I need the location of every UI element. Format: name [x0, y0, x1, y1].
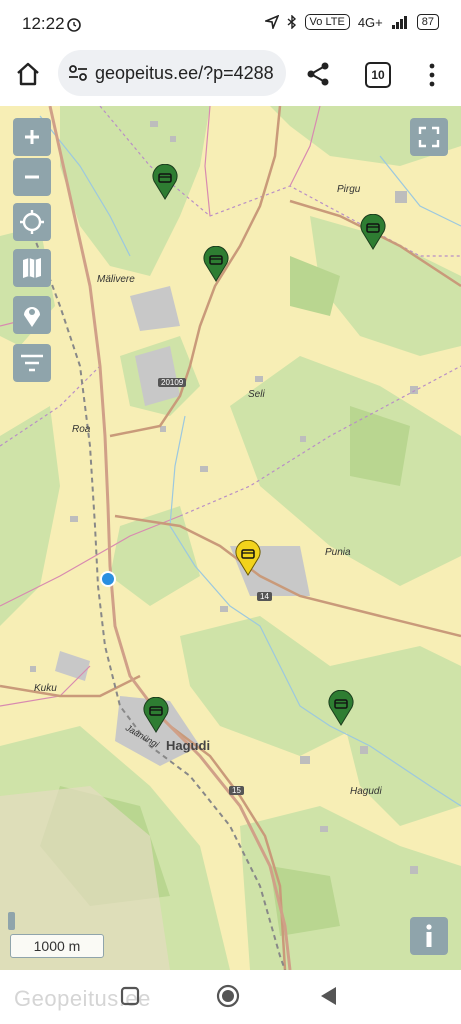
- place-label: Mälivere: [97, 274, 135, 285]
- road-number: 15: [229, 786, 244, 795]
- map-tiles: [0, 106, 461, 970]
- map-pin-icon: [24, 307, 40, 327]
- alarm-icon: [67, 18, 81, 32]
- fullscreen-button[interactable]: [410, 118, 448, 156]
- recents-icon[interactable]: [120, 986, 140, 1006]
- treasure-chest-icon: [143, 696, 169, 733]
- my-caches-button[interactable]: [13, 296, 51, 334]
- status-bar: 12:22 Vo LTE 4G+ 87: [0, 0, 461, 50]
- bluetooth-icon: [287, 15, 296, 29]
- share-icon[interactable]: [304, 60, 332, 88]
- place-label: Kuku: [34, 683, 57, 694]
- locate-button[interactable]: [13, 203, 51, 241]
- zoom-in-button[interactable]: [13, 118, 51, 156]
- site-settings-icon[interactable]: [67, 62, 89, 84]
- cache-marker[interactable]: [203, 245, 229, 282]
- cache-marker[interactable]: [328, 689, 354, 726]
- info-icon: [426, 924, 432, 947]
- browser-toolbar: geopeitus.ee/?p=4288 10: [0, 50, 461, 106]
- network-type: 4G+: [357, 14, 383, 30]
- home-icon[interactable]: [14, 60, 42, 88]
- cache-marker[interactable]: [143, 696, 169, 733]
- location-arrow-icon: [264, 15, 279, 29]
- plus-icon: [25, 130, 39, 144]
- filter-icon: [21, 354, 43, 372]
- place-label: Hagudi: [350, 786, 382, 797]
- place-label: Pirgu: [337, 184, 361, 195]
- cache-marker[interactable]: [152, 163, 178, 200]
- layers-button[interactable]: [13, 249, 51, 287]
- url-text: geopeitus.ee/?p=4288: [95, 62, 274, 83]
- crosshair-icon: [20, 210, 44, 234]
- place-label: Seli: [248, 389, 265, 400]
- treasure-chest-icon: [203, 245, 229, 282]
- cache-marker[interactable]: [360, 213, 386, 250]
- info-button[interactable]: [410, 917, 448, 955]
- map-icon: [23, 258, 41, 278]
- treasure-chest-icon: [152, 163, 178, 200]
- map-view[interactable]: Pirgu Mälivere Seli Roa Punia Kuku Hagud…: [0, 106, 461, 970]
- attribution-toggle[interactable]: [8, 912, 15, 930]
- overflow-menu-icon[interactable]: [428, 62, 436, 88]
- system-nav-bar: Geopeitus.ee: [0, 970, 461, 1024]
- battery-icon: 87: [416, 14, 439, 30]
- scale-bar: 1000 m: [10, 934, 104, 958]
- road-number: 20109: [158, 378, 187, 387]
- address-bar[interactable]: geopeitus.ee/?p=4288: [58, 50, 286, 96]
- volte-badge: Vo LTE: [304, 14, 350, 30]
- treasure-chest-icon: [360, 213, 386, 250]
- treasure-chest-icon: [328, 689, 354, 726]
- tab-switcher-button[interactable]: 10: [365, 62, 391, 88]
- road-number: 14: [257, 592, 272, 601]
- clock: 12:22: [22, 14, 65, 33]
- place-label: Roa: [72, 424, 91, 435]
- place-label: Hagudi: [166, 738, 211, 753]
- signal-icon: [391, 16, 407, 29]
- place-label: Punia: [325, 547, 351, 558]
- back-icon[interactable]: [318, 985, 338, 1007]
- home-nav-icon[interactable]: [216, 984, 240, 1008]
- zoom-out-button[interactable]: [13, 158, 51, 196]
- treasure-chest-icon: [235, 539, 261, 576]
- filter-button[interactable]: [13, 344, 51, 382]
- cache-marker[interactable]: [235, 539, 261, 576]
- minus-icon: [25, 175, 39, 179]
- fullscreen-icon: [418, 126, 440, 148]
